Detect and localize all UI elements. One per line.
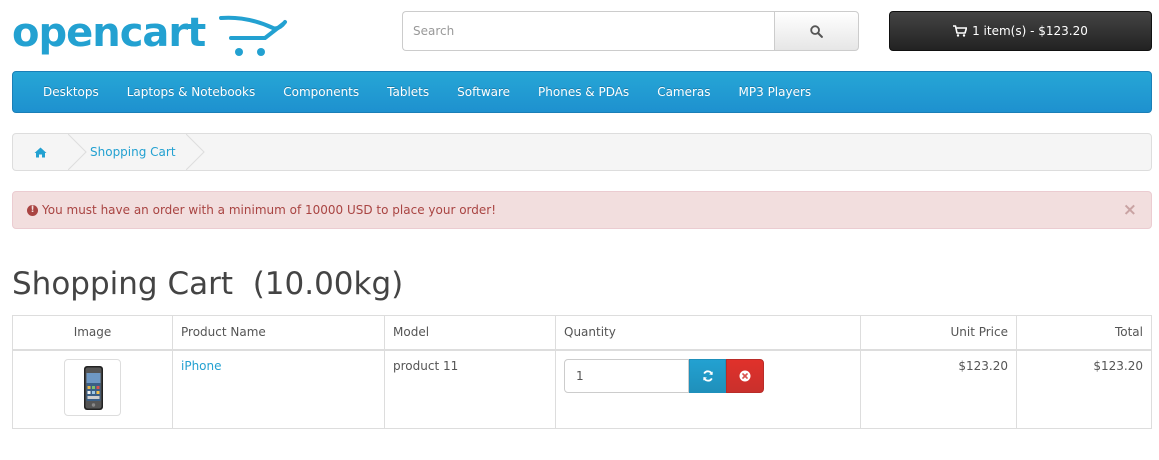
product-image-cell — [12, 349, 173, 429]
quantity-group — [564, 358, 764, 393]
product-model: product 11 — [384, 349, 556, 429]
exclamation-circle-icon: ! — [27, 204, 38, 216]
alert-message: You must have an order with a minimum of… — [42, 203, 497, 217]
column-header-total: Total — [1016, 315, 1152, 351]
quantity-cell — [555, 349, 861, 429]
logo-text: opencart — [12, 10, 206, 56]
menu-item-mp3-players[interactable]: MP3 Players — [725, 72, 826, 112]
menu-item-phones-pdas[interactable]: Phones & PDAs — [524, 72, 643, 112]
menu-item-laptops-notebooks[interactable]: Laptops & Notebooks — [113, 72, 269, 112]
store-logo[interactable]: opencart — [12, 10, 287, 62]
menu-item-desktops[interactable]: Desktops — [29, 72, 113, 112]
product-name-cell: iPhone — [172, 349, 385, 429]
column-header-image: Image — [12, 315, 173, 351]
search-input[interactable] — [402, 11, 774, 51]
search-bar — [402, 11, 859, 51]
product-name-link[interactable]: iPhone — [181, 359, 222, 373]
shopping-cart-icon — [953, 25, 968, 37]
column-header-quantity: Quantity — [555, 315, 861, 351]
breadcrumb: Shopping Cart — [12, 133, 1152, 171]
close-icon[interactable]: × — [1123, 201, 1137, 219]
cart-total-label: 1 item(s) - $123.20 — [972, 24, 1088, 38]
cart-button[interactable]: 1 item(s) - $123.20 — [889, 11, 1152, 51]
refresh-icon — [702, 369, 713, 382]
breadcrumb-shopping-cart[interactable]: Shopping Cart — [88, 134, 186, 170]
menu-item-tablets[interactable]: Tablets — [373, 72, 443, 112]
search-icon — [810, 24, 823, 38]
cart-table: Image Product Name Model Quantity Unit P… — [12, 315, 1152, 429]
unit-price: $123.20 — [860, 349, 1017, 429]
column-header-unit-price: Unit Price — [860, 315, 1017, 351]
home-icon — [34, 147, 47, 157]
logo-cart-icon — [219, 15, 287, 56]
page-title: Shopping Cart (10.00kg) — [12, 266, 404, 302]
column-header-model: Model — [384, 315, 556, 351]
menu-item-components[interactable]: Components — [269, 72, 373, 112]
line-total: $123.20 — [1016, 349, 1152, 429]
times-circle-icon — [739, 370, 751, 381]
column-header-product-name: Product Name — [172, 315, 385, 351]
table-row: iPhone product 11 1 $123.20 $123.20 — [12, 349, 1152, 429]
remove-item-button[interactable] — [726, 358, 764, 393]
iphone-image — [84, 365, 103, 410]
breadcrumb-separator — [68, 134, 87, 170]
menu-item-cameras[interactable]: Cameras — [643, 72, 724, 112]
breadcrumb-home[interactable] — [13, 134, 68, 170]
quantity-input[interactable] — [564, 358, 689, 393]
menu-item-software[interactable]: Software — [443, 72, 524, 112]
breadcrumb-separator — [185, 134, 205, 170]
update-quantity-button[interactable] — [689, 358, 726, 393]
minimum-order-alert: ! You must have an order with a minimum … — [12, 191, 1152, 229]
product-thumbnail[interactable] — [64, 358, 121, 416]
category-menu: Desktops Laptops & Notebooks Components … — [12, 71, 1152, 113]
search-button[interactable] — [774, 11, 859, 51]
